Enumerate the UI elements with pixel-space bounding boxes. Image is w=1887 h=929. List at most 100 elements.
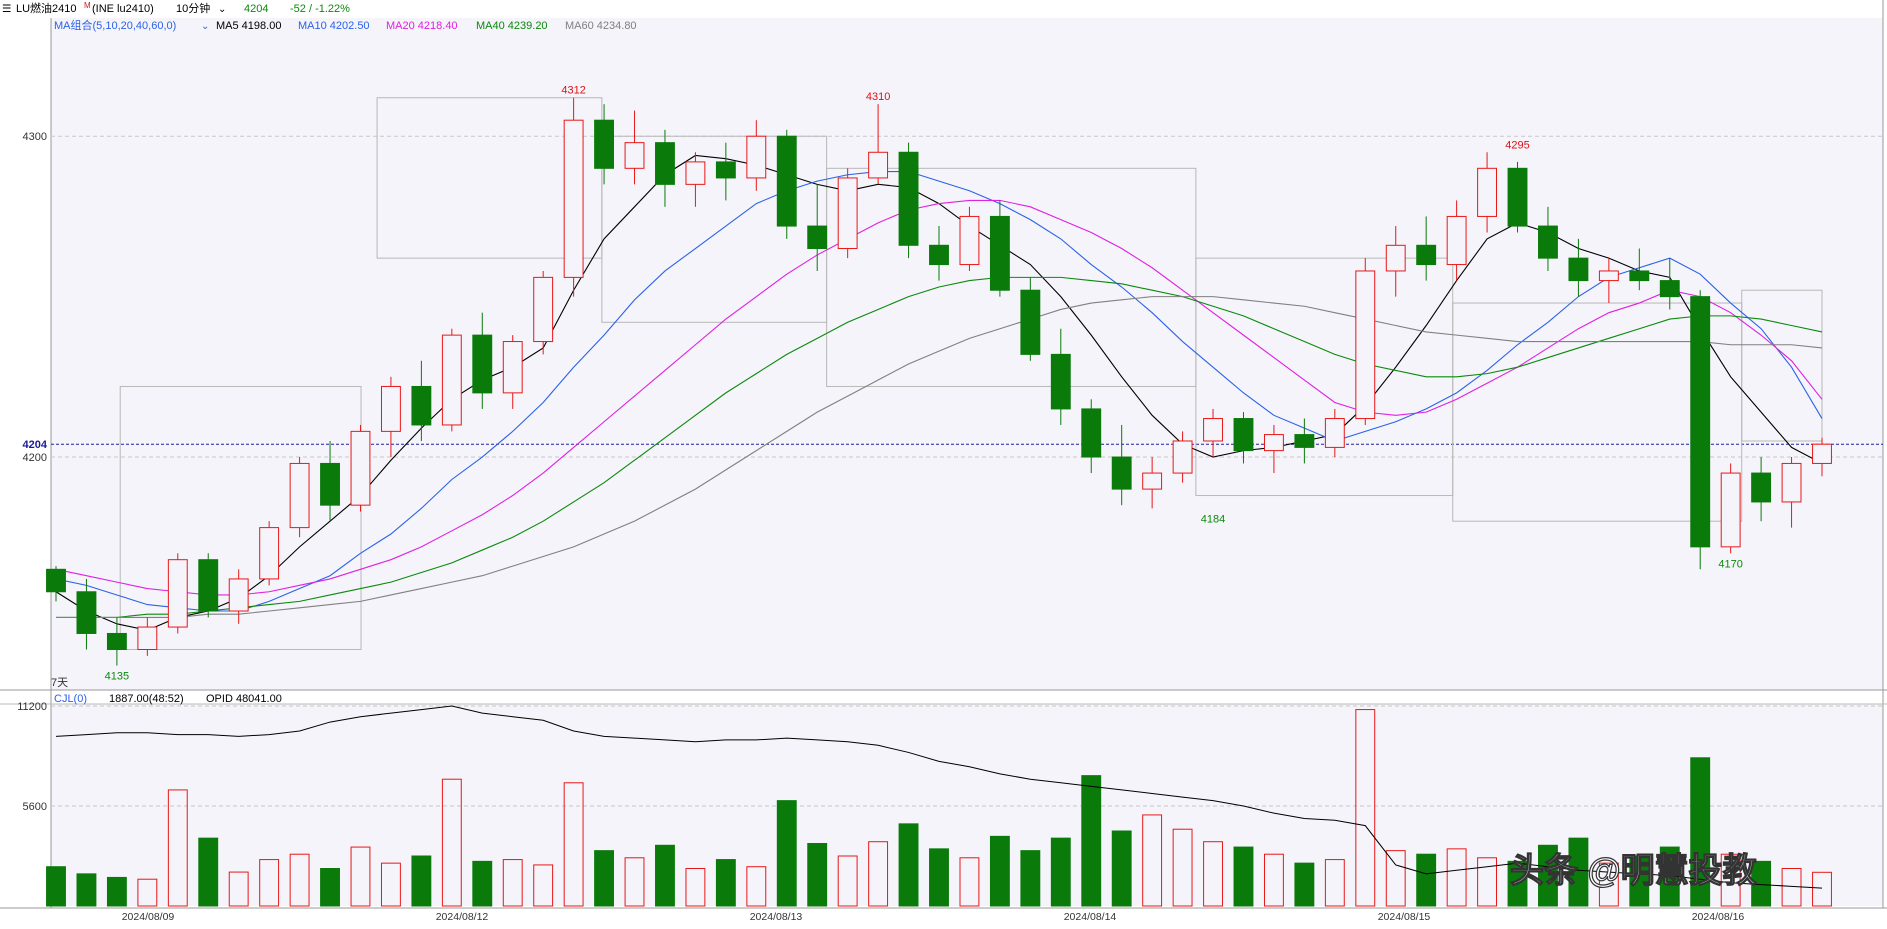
candle-body — [76, 591, 97, 634]
candle — [1020, 277, 1041, 361]
exchange-code: (INE lu2410) — [92, 3, 154, 15]
candle-body — [1446, 215, 1467, 266]
candle-body — [989, 215, 1010, 291]
volume-bar — [1081, 775, 1102, 907]
candle-body — [533, 276, 554, 343]
candle-body — [380, 385, 401, 432]
candle-body — [1416, 244, 1437, 266]
volume-tick-11200: 11200 — [17, 701, 47, 713]
candle-body — [472, 334, 493, 394]
candle-body — [715, 161, 736, 179]
volume-bar — [46, 866, 66, 907]
chevron-down-icon[interactable]: ⌄ — [201, 21, 209, 32]
candle-body — [46, 568, 66, 593]
candle-body — [868, 151, 889, 179]
low-label: 4135 — [105, 671, 129, 683]
menu-icon[interactable]: ☰ — [2, 3, 11, 15]
candle-body — [746, 135, 767, 179]
period-selector[interactable]: 10分钟 — [176, 1, 210, 15]
price-tick-4300: 4300 — [23, 131, 47, 143]
ma60-legend: MA60 4234.80 — [565, 20, 637, 32]
candle — [1690, 290, 1711, 570]
ma20-legend: MA20 4218.40 — [386, 20, 458, 32]
volume-bar — [472, 860, 493, 907]
volume-bar — [594, 850, 615, 907]
high-label: 4295 — [1505, 139, 1529, 151]
date-label: 2024/08/15 — [1378, 911, 1431, 923]
volume-bar — [1020, 850, 1041, 907]
kline-chart[interactable]: ☰ LU燃油2410 M (INE lu2410) 10分钟 ⌄ 4204 -5… — [0, 0, 1887, 924]
chevron-down-icon[interactable]: ⌄ — [218, 4, 226, 15]
candle-body — [563, 119, 584, 278]
candle-body — [228, 578, 249, 612]
date-label: 2024/08/09 — [122, 911, 175, 923]
price-panel[interactable] — [51, 18, 1883, 690]
volume-bar — [198, 837, 219, 907]
volume-bar — [807, 843, 828, 907]
ma10-legend: MA10 4202.50 — [298, 20, 370, 32]
candle-body — [807, 225, 828, 250]
candle-body — [898, 151, 919, 246]
candle — [776, 129, 797, 239]
candle-body — [1172, 440, 1193, 474]
volume-value: 1887.00(48:52) — [109, 693, 184, 705]
candle-body — [1812, 443, 1832, 464]
price-tick-4200: 4200 — [23, 452, 47, 464]
candle-body — [259, 527, 280, 580]
volume-bar — [1233, 846, 1254, 907]
candle — [533, 270, 554, 355]
date-label: 2024/08/12 — [436, 911, 489, 923]
candle — [198, 553, 219, 618]
candle-body — [1020, 289, 1041, 355]
candle-body — [624, 142, 645, 169]
candle-body — [411, 385, 432, 426]
candle-body — [1233, 418, 1254, 452]
candle — [837, 168, 858, 259]
candle-body — [1324, 418, 1345, 448]
volume-bar — [76, 873, 97, 907]
candle-body — [350, 430, 371, 506]
candle-body — [1629, 270, 1650, 282]
opid-value: OPID 48041.00 — [206, 693, 282, 705]
last-price: 4204 — [244, 3, 268, 15]
volume-bar — [989, 835, 1010, 907]
symbol-name[interactable]: LU燃油2410 — [16, 1, 77, 15]
candle — [563, 97, 584, 297]
low-label: 4184 — [1201, 513, 1225, 525]
ma40-legend: MA40 4239.20 — [476, 20, 548, 32]
candle-body — [1720, 472, 1741, 548]
volume-bar — [1050, 837, 1071, 907]
ma5-legend: MA5 4198.00 — [216, 20, 281, 32]
volume-bar — [411, 855, 432, 907]
volume-bar — [106, 876, 127, 907]
candle-body — [776, 135, 797, 227]
candle-body — [167, 559, 188, 628]
candle — [898, 142, 919, 259]
candle-body — [441, 334, 462, 426]
ma-group-label[interactable]: MA组合(5,10,20,40,60,0) — [54, 18, 176, 32]
candle-body — [1507, 167, 1528, 227]
candle-body — [137, 626, 158, 651]
candle-body — [1385, 244, 1406, 272]
candle-body — [1355, 270, 1376, 420]
candle-body — [198, 559, 219, 612]
volume-bar — [898, 823, 919, 907]
volume-bar — [1294, 862, 1315, 907]
volume-indicator-name[interactable]: CJL(0) — [54, 693, 87, 705]
candle — [289, 457, 310, 538]
candle — [1720, 463, 1741, 554]
high-label: 4310 — [866, 91, 890, 103]
range-label: 7天 — [51, 677, 68, 689]
candle-body — [655, 142, 675, 185]
low-label: 4170 — [1718, 558, 1742, 570]
candle-body — [594, 119, 615, 169]
candle-body — [1111, 456, 1132, 490]
candle-body — [685, 161, 706, 185]
candle — [1355, 258, 1376, 425]
volume-bar — [776, 800, 797, 907]
candle-body — [1690, 296, 1711, 548]
volume-bar — [929, 848, 949, 907]
candle-body — [959, 215, 980, 266]
symbol-marker: M — [84, 1, 91, 10]
candle — [259, 521, 280, 586]
